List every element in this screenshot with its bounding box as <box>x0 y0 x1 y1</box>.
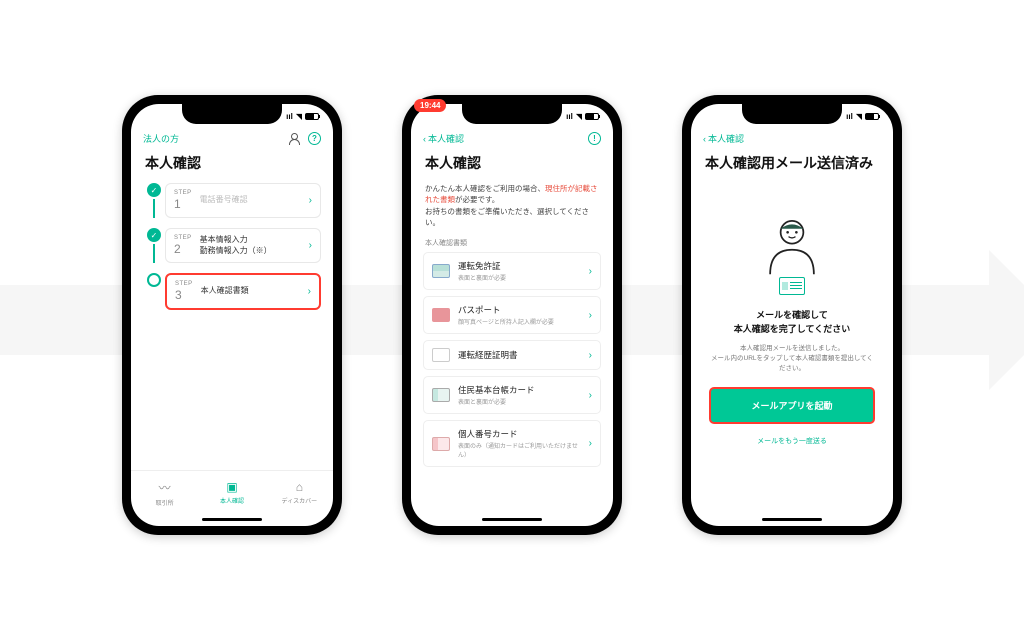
message-title: メールを確認して 本人確認を完了してください <box>734 309 850 336</box>
step-num: 1 <box>174 197 192 211</box>
steps-list: ✓ STEP1 電話番号確認 › ✓ STEP2 基本情報入力 勤務情報入力（※… <box>131 183 333 320</box>
tab-label: 本人確認 <box>220 496 244 505</box>
chevron-right-icon: › <box>589 266 592 277</box>
back-label: 本人確認 <box>708 132 744 145</box>
top-nav: ‹ 本人確認 <box>691 128 893 147</box>
open-mail-button[interactable]: メールアプリを起動 <box>709 387 875 424</box>
doc-sub: 表面と裏面が必要 <box>458 273 581 282</box>
doc-sub: 表面のみ（通知カードはご利用いただけません） <box>458 441 581 459</box>
battery-icon <box>865 113 879 120</box>
notch <box>182 104 282 124</box>
signal-icon: ııl <box>286 112 293 121</box>
tab-discover[interactable]: ⌂ ディスカバー <box>266 471 333 514</box>
step-num: 2 <box>174 242 192 256</box>
doc-history[interactable]: 運転経歴証明書 › <box>423 340 601 370</box>
profile-icon[interactable] <box>288 133 300 145</box>
tab-exchange[interactable]: 〰取引所 <box>131 471 198 514</box>
phone-3: ııl ◥ ‹ 本人確認 本人確認用メール送信済み <box>682 95 902 535</box>
doc-juki[interactable]: 住民基本台帳カード表面と裏面が必要 › <box>423 376 601 414</box>
notch <box>742 104 842 124</box>
tab-label: 取引所 <box>156 498 174 507</box>
chevron-right-icon: › <box>308 286 311 297</box>
chevron-left-icon: ‹ <box>703 134 706 144</box>
id-card-icon <box>779 277 805 295</box>
document-list: 運転免許証表面と裏面が必要 › パスポート顔写真ページと所持人記入欄が必要 › … <box>411 252 613 473</box>
avatar-icon <box>757 213 827 283</box>
doc-title: 運転経歴証明書 <box>458 349 581 361</box>
back-label: 本人確認 <box>428 132 464 145</box>
step-label: STEP <box>175 281 193 287</box>
top-nav: ‹ 本人確認 ! <box>411 128 613 147</box>
doc-sub: 顔写真ページと所持人記入欄が必要 <box>458 317 581 326</box>
back-button[interactable]: ‹ 本人確認 <box>703 132 744 145</box>
chevron-right-icon: › <box>589 350 592 361</box>
home-indicator[interactable] <box>202 518 262 521</box>
tab-kyc[interactable]: ▣ 本人確認 <box>198 471 265 514</box>
id-icon: ▣ <box>226 480 237 494</box>
step-1[interactable]: ✓ STEP1 電話番号確認 › <box>143 183 321 218</box>
chevron-right-icon: › <box>309 195 312 206</box>
top-nav: 法人の方 ? <box>131 128 333 147</box>
check-icon: ✓ <box>151 231 158 240</box>
phone-1: ııl ◥ 法人の方 ? 本人確認 ✓ STEP1 電話番号確認 › <box>122 95 342 535</box>
step-text: 基本情報入力 勤務情報入力（※） <box>200 235 309 256</box>
passport-icon <box>432 308 450 322</box>
mynumber-icon <box>432 437 450 451</box>
doc-mynumber[interactable]: 個人番号カード表面のみ（通知カードはご利用いただけません） › <box>423 420 601 467</box>
signal-icon: ııl <box>846 112 853 121</box>
phone-2: 19:44 ııl ◥ ‹ 本人確認 ! 本人確認 かんたん本人確認をご利用の場… <box>402 95 622 535</box>
check-icon: ✓ <box>151 186 158 195</box>
doc-passport[interactable]: パスポート顔写真ページと所持人記入欄が必要 › <box>423 296 601 334</box>
page-title: 本人確認 <box>411 147 613 183</box>
battery-icon <box>305 113 319 120</box>
chevron-left-icon: ‹ <box>423 134 426 144</box>
doc-title: 運転免許証 <box>458 260 581 272</box>
home-indicator[interactable] <box>762 518 822 521</box>
doc-title: パスポート <box>458 304 581 316</box>
description: かんたん本人確認をご利用の場合、現住所が記載された書類が必要です。 お持ちの書類… <box>411 183 613 232</box>
notch <box>462 104 562 124</box>
license-icon <box>432 264 450 278</box>
juki-icon <box>432 388 450 402</box>
chevron-right-icon: › <box>589 310 592 321</box>
signal-icon: ııl <box>566 112 573 121</box>
doc-title: 住民基本台帳カード <box>458 384 581 396</box>
message-sub: 本人確認用メールを送信しました。 メール内のURLをタップして本人確認書類を提出… <box>709 344 875 373</box>
step-3[interactable]: STEP3 本人確認書類 › <box>143 273 321 310</box>
home-icon: ⌂ <box>296 480 303 494</box>
doc-sub: 表面と裏面が必要 <box>458 397 581 406</box>
step-2[interactable]: ✓ STEP2 基本情報入力 勤務情報入力（※） › <box>143 228 321 263</box>
page-title: 本人確認用メール送信済み <box>691 147 893 183</box>
doc-license[interactable]: 運転免許証表面と裏面が必要 › <box>423 252 601 290</box>
wifi-icon: ◥ <box>296 112 302 121</box>
wifi-icon: ◥ <box>576 112 582 121</box>
home-indicator[interactable] <box>482 518 542 521</box>
tab-bar: 〰取引所 ▣ 本人確認 ⌂ ディスカバー <box>131 470 333 514</box>
recording-time: 19:44 <box>414 99 446 112</box>
chevron-right-icon: › <box>589 438 592 449</box>
help-icon[interactable]: ? <box>308 132 321 145</box>
step-num: 3 <box>175 288 193 302</box>
chart-icon: 〰 <box>159 479 171 496</box>
step-text: 本人確認書類 <box>201 286 308 296</box>
phone-row: ııl ◥ 法人の方 ? 本人確認 ✓ STEP1 電話番号確認 › <box>0 0 1024 535</box>
tab-label: ディスカバー <box>282 496 318 505</box>
resend-link[interactable]: メールをもう一度送る <box>757 436 827 446</box>
help-icon[interactable]: ! <box>588 132 601 145</box>
chevron-right-icon: › <box>309 240 312 251</box>
step-label: STEP <box>174 235 192 241</box>
back-button[interactable]: ‹ 本人確認 <box>423 132 464 145</box>
step-text: 電話番号確認 <box>200 195 309 205</box>
corporate-link[interactable]: 法人の方 <box>143 132 179 145</box>
chevron-right-icon: › <box>589 390 592 401</box>
battery-icon <box>585 113 599 120</box>
doc-title: 個人番号カード <box>458 428 581 440</box>
page-title: 本人確認 <box>131 147 333 183</box>
section-label: 本人確認書類 <box>411 232 613 252</box>
cert-icon <box>432 348 450 362</box>
wifi-icon: ◥ <box>856 112 862 121</box>
step-label: STEP <box>174 190 192 196</box>
